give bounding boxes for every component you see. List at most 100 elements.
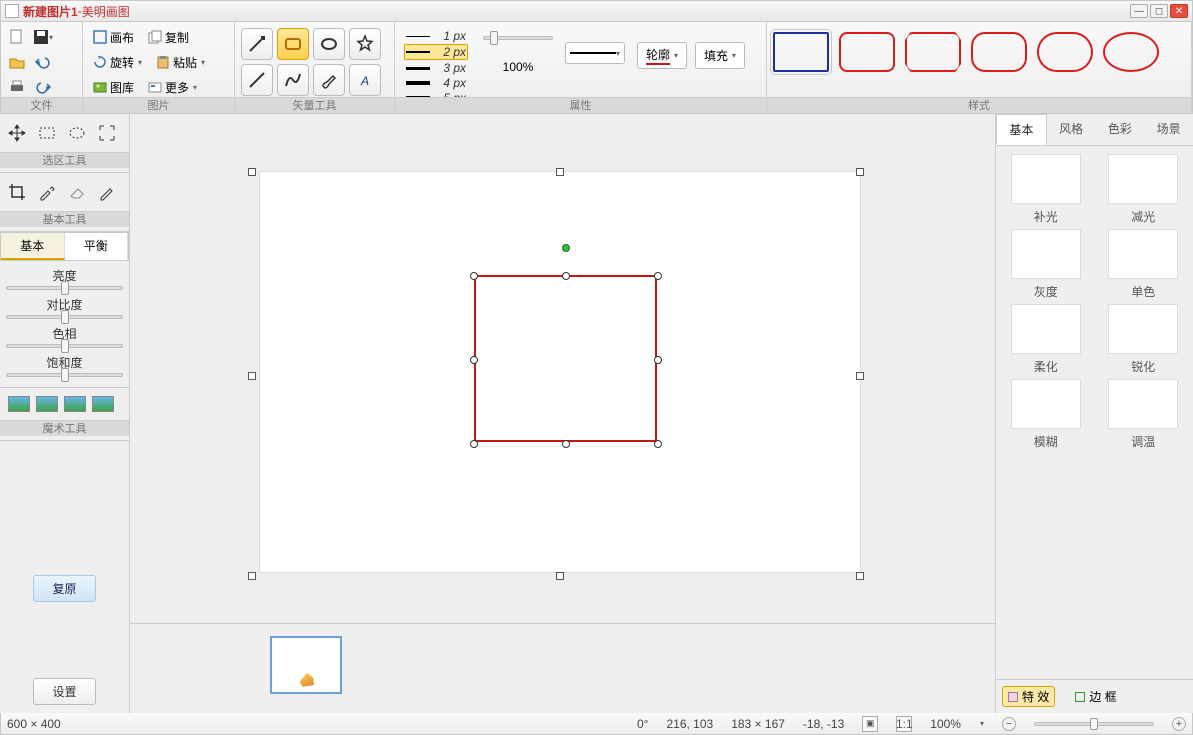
zoom-in-button[interactable]: + <box>1172 717 1186 731</box>
sel-handle-nw[interactable] <box>248 168 256 176</box>
fx-item[interactable]: 灰度 <box>1000 229 1092 300</box>
shape-handle-sw[interactable] <box>470 440 478 448</box>
actual-size-icon[interactable]: 1:1 <box>896 716 912 732</box>
fx-item[interactable]: 模糊 <box>1000 379 1092 450</box>
redo-icon[interactable] <box>33 77 53 97</box>
fx-item[interactable]: 减光 <box>1098 154 1190 225</box>
magic-swatch-3[interactable] <box>64 396 86 412</box>
settings-button[interactable]: 设置 <box>33 678 95 705</box>
style-swatch-cut[interactable] <box>905 32 961 72</box>
shape-handle-ne[interactable] <box>654 272 662 280</box>
tool-line[interactable] <box>241 64 273 96</box>
style-swatch-rr1[interactable] <box>839 32 895 72</box>
rtab-basic[interactable]: 基本 <box>996 114 1047 145</box>
magic-swatch-2[interactable] <box>36 396 58 412</box>
tool-curve[interactable] <box>277 64 309 96</box>
style-swatch-rr2[interactable] <box>971 32 1027 72</box>
restore-button[interactable]: 复原 <box>33 575 95 602</box>
fx-item[interactable]: 补光 <box>1000 154 1092 225</box>
new-icon[interactable] <box>7 27 27 47</box>
tool-text[interactable]: A <box>349 64 381 96</box>
tool-rectangle[interactable] <box>277 28 309 60</box>
tool-star[interactable] <box>349 28 381 60</box>
save-icon[interactable]: ▾ <box>33 27 53 47</box>
px-3[interactable]: 3 px <box>404 61 468 75</box>
selection-ellipse-icon[interactable] <box>66 122 88 144</box>
rotate-button[interactable]: 旋转▾ <box>89 52 146 73</box>
fx-item[interactable]: 柔化 <box>1000 304 1092 375</box>
shape-handle-s[interactable] <box>562 440 570 448</box>
selection-tools-panel: 选区工具 <box>0 114 129 173</box>
paste-button[interactable]: 粘贴▾ <box>152 52 209 73</box>
tab-balance[interactable]: 平衡 <box>65 233 129 260</box>
canvas-area[interactable] <box>130 114 995 713</box>
sel-handle-ne[interactable] <box>856 168 864 176</box>
open-icon[interactable] <box>7 52 27 72</box>
pencil-icon[interactable] <box>96 181 118 203</box>
tool-ellipse[interactable] <box>313 28 345 60</box>
hue-slider[interactable] <box>6 344 123 348</box>
fill-label: 填充 <box>704 47 728 64</box>
sel-handle-sw[interactable] <box>248 572 256 580</box>
contrast-slider[interactable] <box>6 315 123 319</box>
tool-brush[interactable] <box>313 64 345 96</box>
print-icon[interactable] <box>7 77 27 97</box>
border-toggle[interactable]: 边 框 <box>1069 686 1122 707</box>
fx-item[interactable]: 调温 <box>1098 379 1190 450</box>
brightness-slider[interactable] <box>6 286 123 290</box>
fill-button[interactable]: 填充▾ <box>695 42 745 69</box>
magic-header: 魔术工具 <box>0 420 129 436</box>
selection-rect-icon[interactable] <box>36 122 58 144</box>
sel-handle-se[interactable] <box>856 572 864 580</box>
fit-screen-icon[interactable]: ▣ <box>862 716 878 732</box>
shape-handle-n[interactable] <box>562 272 570 280</box>
shape-rectangle[interactable] <box>474 275 657 442</box>
px-1[interactable]: 1 px <box>404 29 468 43</box>
px-4[interactable]: 4 px <box>404 76 468 90</box>
outline-button[interactable]: 轮廓▾ <box>637 42 687 69</box>
effects-toggle[interactable]: 特 效 <box>1002 686 1055 707</box>
opacity-slider[interactable] <box>483 36 553 40</box>
stroke-style-combo[interactable]: ▾ <box>565 42 625 64</box>
sel-handle-w[interactable] <box>248 372 256 380</box>
rtab-style[interactable]: 风格 <box>1047 114 1096 145</box>
shape-handle-se[interactable] <box>654 440 662 448</box>
crop-icon[interactable] <box>6 181 28 203</box>
eyedropper-icon[interactable] <box>36 181 58 203</box>
magic-swatch-4[interactable] <box>92 396 114 412</box>
undo-icon[interactable] <box>33 52 53 72</box>
library-button[interactable]: 图库 <box>89 77 138 98</box>
fx-item[interactable]: 锐化 <box>1098 304 1190 375</box>
shape-handle-w[interactable] <box>470 356 478 364</box>
sel-handle-s[interactable] <box>556 572 564 580</box>
more-button[interactable]: 更多▾ <box>144 77 201 98</box>
selection-move-icon[interactable] <box>6 122 28 144</box>
rotate-handle[interactable] <box>562 244 570 252</box>
shape-handle-e[interactable] <box>654 356 662 364</box>
zoom-out-button[interactable]: − <box>1002 717 1016 731</box>
tab-basic[interactable]: 基本 <box>1 233 65 260</box>
maximize-button[interactable]: ◻ <box>1150 4 1168 18</box>
stroke-width-list[interactable]: 1 px 2 px 3 px 4 px 5 px <box>401 26 471 108</box>
sel-handle-n[interactable] <box>556 168 564 176</box>
saturation-slider[interactable] <box>6 373 123 377</box>
style-swatch-rr3[interactable] <box>1037 32 1093 72</box>
rtab-scene[interactable]: 场景 <box>1144 114 1193 145</box>
tool-arrow[interactable] <box>241 28 273 60</box>
minimize-button[interactable]: — <box>1130 4 1148 18</box>
close-button[interactable]: ✕ <box>1170 4 1188 18</box>
px-2[interactable]: 2 px <box>404 44 468 60</box>
style-swatch-rect[interactable] <box>773 32 829 72</box>
style-swatch-ellipse[interactable] <box>1103 32 1159 72</box>
magic-swatch-1[interactable] <box>8 396 30 412</box>
sel-handle-e[interactable] <box>856 372 864 380</box>
page-thumbnail[interactable] <box>270 636 342 694</box>
rtab-color[interactable]: 色彩 <box>1096 114 1145 145</box>
shape-handle-nw[interactable] <box>470 272 478 280</box>
eraser-icon[interactable] <box>66 181 88 203</box>
copy-button[interactable]: 复制 <box>144 27 193 48</box>
fx-item[interactable]: 单色 <box>1098 229 1190 300</box>
zoom-slider[interactable] <box>1034 722 1154 726</box>
canvas-button[interactable]: 画布 <box>89 27 138 48</box>
selection-lasso-icon[interactable] <box>96 122 118 144</box>
